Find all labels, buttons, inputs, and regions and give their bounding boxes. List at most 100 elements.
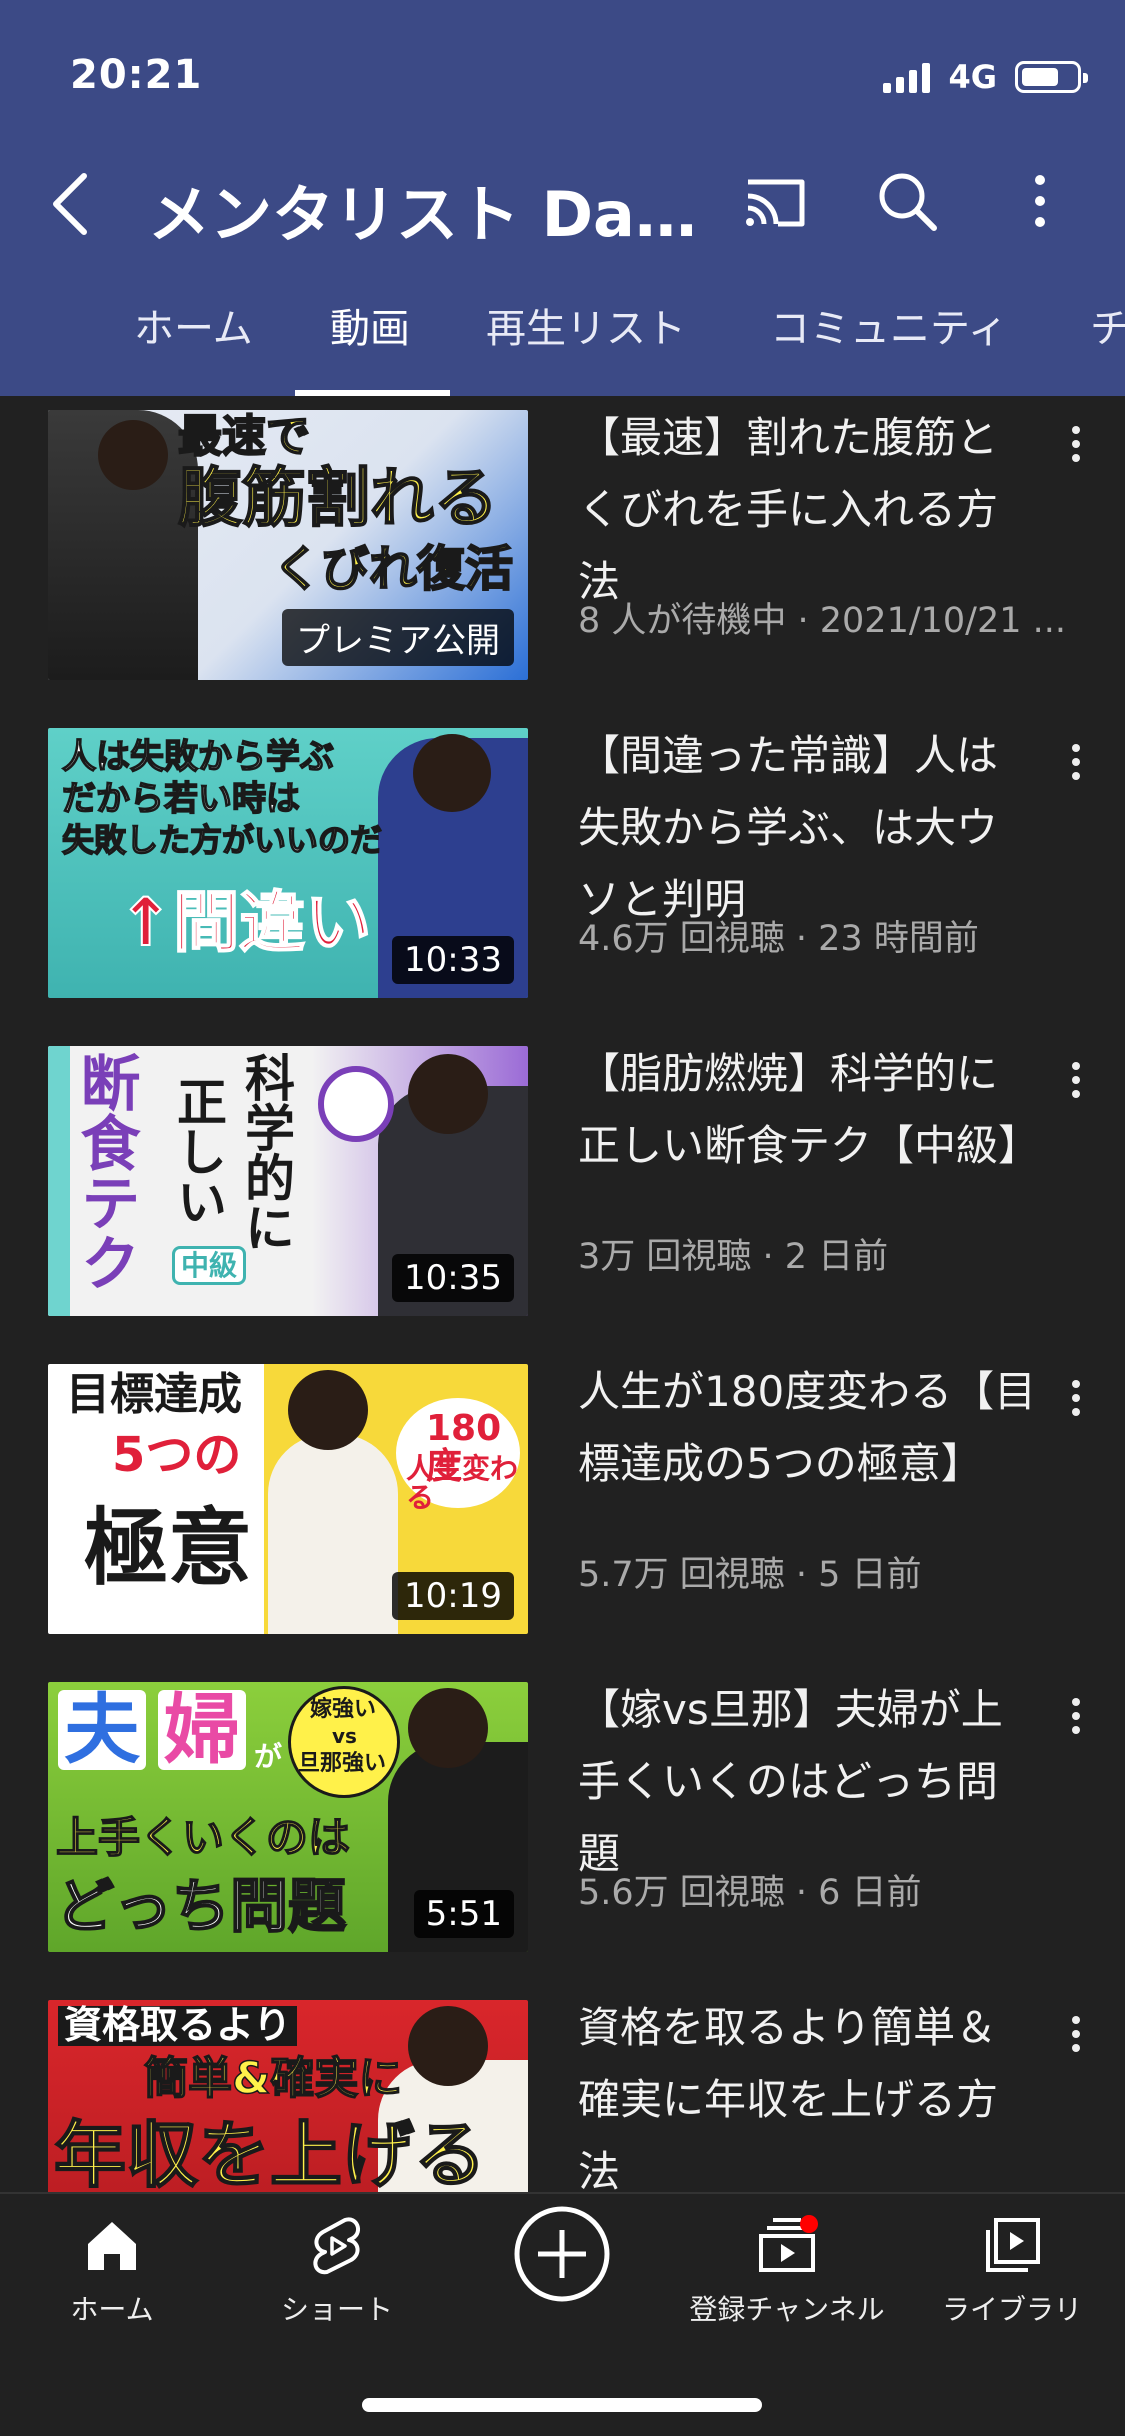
nav-library[interactable]: ライブラリ — [912, 2214, 1112, 2328]
thumb-text: 5つの — [112, 1427, 242, 1483]
nav-label: ライブラリ — [941, 2293, 1082, 2326]
thumb-text: 科学的に — [237, 1052, 295, 1252]
thumb-text: 失敗した方がいいのだ — [61, 821, 383, 859]
more-vertical-icon — [1072, 2044, 1080, 2052]
video-meta: 3万 回視聴 · 2 日前 — [578, 1237, 889, 1277]
more-vertical-icon — [1072, 1076, 1080, 1084]
notification-dot — [800, 2215, 818, 2233]
more-vertical-icon — [1072, 1408, 1080, 1416]
tab-videos[interactable]: 動画 — [330, 296, 410, 354]
video-item[interactable]: 夫 婦 が 嫁強い vs 旦那強い 上手くいくのは どっち問題 5:51 【嫁v… — [0, 1668, 1125, 1968]
video-more-button[interactable] — [1060, 1368, 1090, 1428]
nav-home[interactable]: ホーム — [12, 2214, 212, 2328]
search-button[interactable] — [872, 166, 942, 236]
nav-label: ショート — [280, 2293, 393, 2326]
video-more-button[interactable] — [1060, 2004, 1090, 2064]
thumb-text: 旦那強い — [298, 1751, 387, 1776]
video-item[interactable]: 人は失敗から学ぶ だから若い時は 失敗した方がいいのだ ↑間違い 10:33 【… — [0, 714, 1125, 1014]
video-item[interactable]: 資格取るより 簡単&確実に 年収を上げる 資格を取るより簡単＆確実に年収を上げる… — [0, 1986, 1125, 2192]
person-figure — [268, 1434, 398, 1634]
decorative-stripe — [48, 1046, 70, 1316]
toolbar: メンタリスト Dai... — [0, 150, 1125, 251]
video-title[interactable]: 【嫁vs旦那】夫婦が上手くいくのはどっち問題 — [578, 1674, 1038, 1890]
thumb-text: 人は失敗から学ぶ — [61, 737, 335, 777]
nav-label: ホーム — [70, 2293, 154, 2326]
thumb-text: 最速で — [177, 411, 311, 462]
video-item[interactable]: 最速で 腹筋割れる くびれ復活 プレミア公開 【最速】割れた腹筋とくびれを手に入… — [0, 396, 1125, 696]
thumb-text: だから若い時は — [61, 779, 301, 819]
nav-label: 登録チャンネル — [689, 2293, 885, 2326]
video-more-button[interactable] — [1060, 732, 1090, 792]
thumb-text: どっち問題 — [55, 1872, 347, 1940]
status-icons: 4G — [883, 58, 1088, 96]
video-title[interactable]: 【最速】割れた腹筋とくびれを手に入れる方法 — [578, 402, 1038, 618]
more-vertical-icon — [1072, 2016, 1080, 2024]
tab-community[interactable]: コミュニティ — [770, 296, 1008, 354]
no-eating-icon — [318, 1066, 394, 1142]
more-vertical-icon — [1072, 758, 1080, 766]
thumb-text: ↑間違い — [117, 884, 372, 961]
status-bar: 20:21 4G — [0, 0, 1125, 150]
video-title[interactable]: 【間違った常識】人は失敗から学ぶ、は大ウソと判明 — [578, 720, 1038, 936]
video-duration: 10:35 — [392, 1254, 514, 1302]
video-thumbnail[interactable]: 夫 婦 が 嫁強い vs 旦那強い 上手くいくのは どっち問題 5:51 — [48, 1682, 528, 1952]
video-meta: 4.6万 回視聴 · 23 時間前 — [578, 919, 979, 959]
video-list: 最速で 腹筋割れる くびれ復活 プレミア公開 【最速】割れた腹筋とくびれを手に入… — [0, 396, 1125, 2192]
person-head — [98, 420, 168, 490]
video-title[interactable]: 【脂肪燃焼】科学的に正しい断食テク【中級】 — [578, 1038, 1038, 1182]
more-vertical-icon — [1072, 426, 1080, 434]
nav-shorts[interactable]: ショート — [237, 2214, 437, 2328]
tab-playlists[interactable]: 再生リスト — [486, 296, 686, 354]
video-item[interactable]: 目標達成 5つの 極意 180度 人生変わる 10:19 人生が180度変わる【… — [0, 1350, 1125, 1650]
thumb-text: 婦 — [158, 1690, 246, 1770]
subscriptions-icon — [759, 2215, 818, 2272]
thumb-text: 人生変わる — [406, 1452, 519, 1515]
more-vertical-icon — [1072, 1726, 1080, 1734]
video-meta: 5.7万 回視聴 · 5 日前 — [578, 1555, 922, 1595]
more-vertical-icon — [1072, 1380, 1080, 1388]
video-title[interactable]: 人生が180度変わる【目標達成の5つの極意】 — [578, 1356, 1038, 1500]
thumb-text: 夫 — [58, 1690, 146, 1770]
video-thumbnail[interactable]: 人は失敗から学ぶ だから若い時は 失敗した方がいいのだ ↑間違い 10:33 — [48, 728, 528, 998]
video-meta: 5.6万 回視聴 · 6 日前 — [578, 1873, 922, 1913]
video-thumbnail[interactable]: 資格取るより 簡単&確実に 年収を上げる — [48, 2000, 528, 2192]
channel-title: メンタリスト Dai... — [148, 178, 698, 251]
network-type: 4G — [948, 58, 997, 96]
video-thumbnail[interactable]: 断食テク 科学的に 正しい 中級 10:35 — [48, 1046, 528, 1316]
video-duration: 5:51 — [413, 1890, 514, 1938]
thumb-text: が — [254, 1740, 283, 1773]
home-indicator[interactable] — [362, 2398, 762, 2412]
more-vertical-icon — [1072, 1712, 1080, 1720]
person-head — [408, 1054, 488, 1134]
video-title[interactable]: 資格を取るより簡単＆確実に年収を上げる方法 — [578, 1992, 1038, 2192]
nav-subscriptions[interactable]: 登録チャンネル — [687, 2214, 887, 2328]
more-vertical-icon — [1035, 175, 1045, 227]
video-thumbnail[interactable]: 最速で 腹筋割れる くびれ復活 プレミア公開 — [48, 410, 528, 680]
shorts-icon — [313, 2217, 361, 2275]
tab-home[interactable]: ホーム — [134, 296, 253, 354]
more-options-button[interactable] — [1010, 166, 1080, 236]
cast-button[interactable] — [740, 166, 810, 236]
cast-icon — [746, 179, 805, 227]
channel-tabs: ホーム 動画 再生リスト コミュニティ チ — [0, 290, 1125, 396]
more-vertical-icon — [1072, 2030, 1080, 2038]
library-icon — [986, 2218, 1040, 2272]
video-more-button[interactable] — [1060, 1686, 1090, 1746]
thumb-text: 中級 — [172, 1246, 247, 1286]
video-more-button[interactable] — [1060, 414, 1090, 474]
video-duration: 10:33 — [392, 936, 514, 984]
status-time: 20:21 — [70, 52, 203, 98]
chevron-left-icon — [53, 173, 87, 235]
video-thumbnail[interactable]: 目標達成 5つの 極意 180度 人生変わる 10:19 — [48, 1364, 528, 1634]
battery-icon — [1015, 61, 1088, 93]
video-more-button[interactable] — [1060, 1050, 1090, 1110]
back-button[interactable] — [44, 168, 104, 238]
video-item[interactable]: 断食テク 科学的に 正しい 中級 10:35 【脂肪燃焼】科学的に正しい断食テク… — [0, 1032, 1125, 1332]
person-head — [288, 1370, 368, 1450]
thumb-text: 簡単&確実に — [143, 2053, 403, 2104]
thumb-text: くびれ復活 — [272, 541, 514, 597]
tab-channels[interactable]: チ — [1090, 296, 1125, 354]
more-vertical-icon — [1072, 440, 1080, 448]
video-duration: 10:19 — [392, 1572, 514, 1620]
nav-create[interactable] — [462, 2204, 662, 2314]
